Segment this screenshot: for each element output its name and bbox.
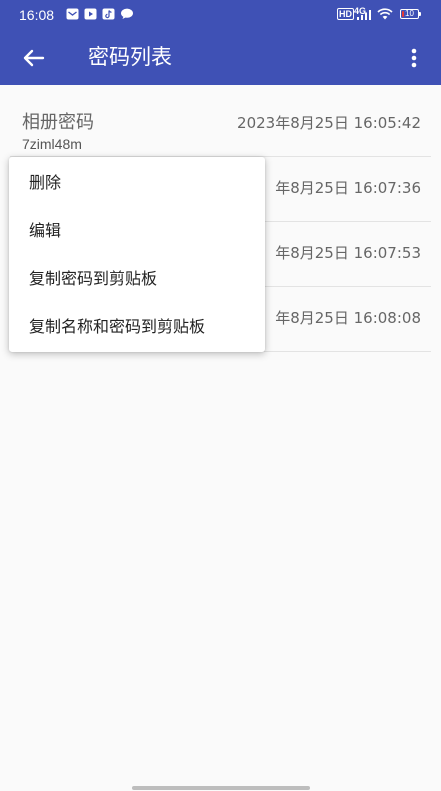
gesture-navigation-bar[interactable] [132,786,310,790]
menu-item-edit[interactable]: 编辑 [9,207,265,255]
wifi-icon [377,8,393,20]
password-list-item[interactable]: 相册密码 7ziml48m 2023年8月25日 16:05:42 [10,92,431,157]
menu-item-label: 删除 [29,173,62,192]
page-title: 密码列表 [88,45,172,69]
more-options-button[interactable] [398,40,430,76]
status-time: 16:08 [19,7,55,23]
app-bar: 密码列表 [0,30,441,85]
chat-icon [121,8,133,19]
item-timestamp: 2023年8月25日 16:05:42 [237,114,421,132]
app-screen: 16:08 HD 4G 10 密码列表 相册密码 7ziml48m 2023年8… [0,0,441,791]
item-name: 相册密码 [22,112,94,133]
context-menu: 删除 编辑 复制密码到剪贴板 复制名称和密码到剪贴板 [9,157,265,352]
menu-item-label: 复制名称和密码到剪贴板 [29,317,206,336]
item-timestamp: 年8月25日 16:07:36 [275,179,421,197]
menu-item-label: 复制密码到剪贴板 [29,269,158,288]
mail-icon [66,8,79,20]
status-bar: 16:08 HD 4G 10 [0,0,441,30]
cellular-signal-icon [357,10,371,20]
arrow-left-icon [23,49,45,67]
tiktok-icon [102,8,115,20]
menu-item-label: 编辑 [29,221,62,240]
battery-tip [419,12,421,16]
menu-item-delete[interactable]: 删除 [9,159,265,207]
video-icon [84,8,97,20]
item-timestamp: 年8月25日 16:07:53 [275,244,421,262]
battery-percentage: 10 [405,9,414,18]
more-vert-icon [411,48,417,68]
hd-badge: HD [337,8,354,20]
back-button[interactable] [16,40,52,76]
menu-item-copy-password[interactable]: 复制密码到剪贴板 [9,255,265,303]
battery-icon: 10 [400,9,419,19]
item-password: 7ziml48m [22,136,82,152]
menu-item-copy-name-and-password[interactable]: 复制名称和密码到剪贴板 [9,303,265,351]
item-timestamp: 年8月25日 16:08:08 [275,309,421,327]
